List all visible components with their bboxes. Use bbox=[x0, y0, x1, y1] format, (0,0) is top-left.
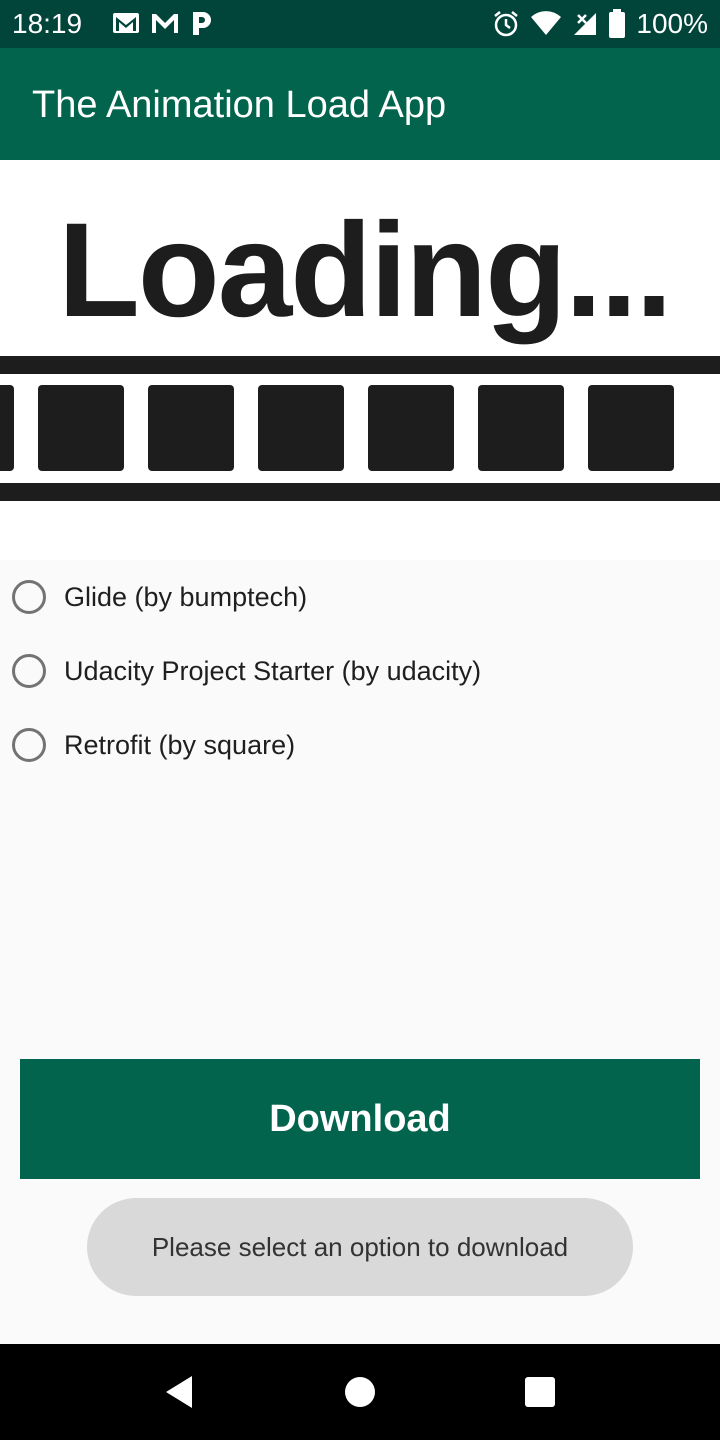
navigation-bar bbox=[0, 1344, 720, 1440]
radio-button[interactable] bbox=[12, 728, 46, 762]
battery-icon bbox=[609, 9, 626, 38]
loading-banner-text: Loading... bbox=[58, 196, 673, 345]
wifi-icon bbox=[531, 11, 562, 36]
option-label: Udacity Project Starter (by udacity) bbox=[64, 656, 482, 686]
option-glide[interactable]: Glide (by bumptech) bbox=[0, 560, 720, 634]
loading-progress-bar-graphic bbox=[0, 356, 720, 501]
gmail-icon bbox=[152, 14, 178, 33]
system-icons: 100% bbox=[492, 6, 708, 42]
cellular-no-data-icon bbox=[574, 13, 597, 35]
gmail-icon bbox=[113, 13, 139, 33]
option-retrofit[interactable]: Retrofit (by square) bbox=[0, 708, 720, 782]
app-title: The Animation Load App bbox=[32, 84, 447, 126]
status-bar: 18:19 100% bbox=[0, 0, 720, 48]
app-bar: The Animation Load App bbox=[0, 48, 720, 160]
loading-banner: Loading... bbox=[0, 160, 720, 560]
alarm-icon bbox=[494, 11, 519, 37]
download-button[interactable]: Download bbox=[20, 1059, 700, 1179]
toast-text: Please select an option to download bbox=[151, 1231, 569, 1262]
p-app-icon bbox=[193, 12, 211, 35]
battery-percentage: 100% bbox=[636, 8, 708, 39]
radio-button[interactable] bbox=[12, 580, 46, 614]
home-icon[interactable] bbox=[340, 1372, 380, 1412]
status-time: 18:19 bbox=[12, 8, 83, 39]
radio-button[interactable] bbox=[12, 654, 46, 688]
toast-message: Please select an option to download bbox=[87, 1198, 633, 1296]
option-label: Retrofit (by square) bbox=[64, 730, 296, 760]
recents-icon[interactable] bbox=[520, 1372, 560, 1412]
back-icon[interactable] bbox=[160, 1372, 200, 1412]
notification-icons bbox=[112, 10, 212, 36]
option-label: Glide (by bumptech) bbox=[64, 582, 308, 612]
option-udacity[interactable]: Udacity Project Starter (by udacity) bbox=[0, 634, 720, 708]
